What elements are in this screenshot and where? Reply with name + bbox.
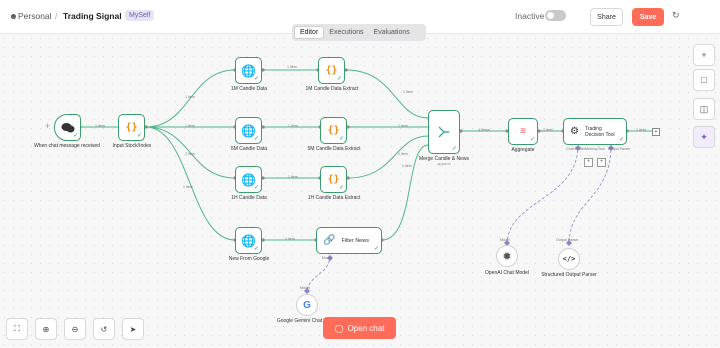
node-news-google[interactable]: 🌐 ✓ <box>235 227 262 254</box>
node-trading-agent[interactable]: ⚙ Trading Decision Tool ✓ <box>563 118 627 145</box>
sticky-note-button[interactable]: □ <box>693 69 715 91</box>
note-icon: □ <box>701 75 707 85</box>
undo-icon: ↺ <box>100 324 108 334</box>
link-icon: 🔗 <box>323 235 336 246</box>
chat-icon: ◯ <box>334 323 344 333</box>
openai-icon: ✹ <box>502 250 512 263</box>
edge-label: 1 item <box>185 95 195 99</box>
plus-icon: + <box>701 50 707 60</box>
node-5m-candle[interactable]: 🌐 ✓ <box>235 117 262 144</box>
code-brace-icon: {} <box>327 174 340 185</box>
tidy-up-button[interactable]: ➤ <box>122 318 144 340</box>
edge-label: 1 item <box>636 128 646 132</box>
edge-label: 1 item <box>287 65 297 69</box>
edge-label: 1 item <box>285 237 295 241</box>
edge-label: 1 item <box>185 152 195 156</box>
node-label: Filter News <box>341 237 369 244</box>
node-label: 1M Candle Data <box>230 86 268 92</box>
node-label: Input Stock/Index <box>112 143 152 149</box>
zoom-out-button[interactable]: ⊖ <box>64 318 86 340</box>
node-gemini-model[interactable]: G <box>296 294 318 316</box>
node-label: 1H Candle Data <box>231 195 267 201</box>
node-openai-model[interactable]: ✹ <box>496 245 518 267</box>
node-label: Structured Output Parser <box>541 272 597 278</box>
edge-label: 1 item <box>183 185 193 189</box>
node-label: Aggregate <box>511 147 535 153</box>
port-label: Model <box>300 286 310 290</box>
edge-label: 1 item <box>95 124 105 128</box>
reset-zoom-button[interactable]: ↺ <box>93 318 115 340</box>
open-chat-label: Open chat <box>347 323 385 333</box>
node-label: Trading Decision Tool <box>584 125 615 138</box>
edge-1m-merge <box>345 69 429 119</box>
open-chat-button[interactable]: ◯ Open chat <box>323 317 396 339</box>
add-memory-button[interactable]: + <box>584 158 593 167</box>
fit-view-button[interactable]: ⛶ <box>6 318 28 340</box>
add-trigger-icon[interactable]: + <box>45 121 50 131</box>
node-label: 5M Candle Data Extract <box>307 146 361 152</box>
zoom-in-icon: ⊕ <box>42 324 50 334</box>
edge-label: 1 item <box>288 124 298 128</box>
port-label: Output Parser <box>608 147 631 151</box>
node-1m-extract[interactable]: {} ✓ <box>318 57 345 84</box>
sparkle-icon: ✦ <box>700 131 708 142</box>
edge-label: 1 item <box>288 175 298 179</box>
node-1h-extract[interactable]: {} ✓ <box>320 166 347 193</box>
node-label: New From Google <box>228 256 270 262</box>
code-brace-icon: {} <box>327 125 340 136</box>
node-sublabel: append <box>437 161 451 166</box>
port-label: Model <box>500 238 510 242</box>
zoom-out-icon: ⊖ <box>71 324 79 334</box>
edge-label: 4 items <box>478 128 490 132</box>
aggregate-icon: ≡ <box>520 126 526 137</box>
node-chat-trigger[interactable]: ✓ <box>54 114 81 141</box>
node-1m-candle[interactable]: 🌐 ✓ <box>235 57 262 84</box>
port-label: Output Parser <box>556 238 579 242</box>
port-label: Chat Model* <box>566 147 586 151</box>
add-node-button[interactable]: + <box>693 44 715 66</box>
google-icon: G <box>303 299 311 311</box>
add-tool-button[interactable]: + <box>597 158 606 167</box>
node-label: 5M Candle Data <box>230 146 268 152</box>
edge-label: 1 item <box>398 124 408 128</box>
ai-assistant-button[interactable]: ✦ <box>693 126 715 148</box>
edge-openai-agent <box>506 144 579 246</box>
edge-label: 1 item <box>185 124 195 128</box>
fit-view-icon: ⛶ <box>14 324 20 333</box>
zoom-in-button[interactable]: ⊕ <box>35 318 57 340</box>
node-1h-candle[interactable]: 🌐 ✓ <box>235 166 262 193</box>
port-label: Model <box>322 256 332 260</box>
node-filter-news[interactable]: 🔗 Filter News ✓ <box>316 227 382 254</box>
node-output-parser[interactable]: </> <box>558 248 580 270</box>
edge-label: 1 item <box>543 128 553 132</box>
panel-icon: ◫ <box>699 103 709 114</box>
cursor-icon: ➤ <box>129 324 137 334</box>
edge-label: 1 item <box>403 90 413 94</box>
code-brace-icon: {} <box>325 65 338 76</box>
panel-toggle-button[interactable]: ◫ <box>693 98 715 120</box>
code-brace-icon: {} <box>125 122 138 133</box>
node-5m-extract[interactable]: {} ✓ <box>320 117 347 144</box>
node-merge[interactable]: ✓ <box>428 110 460 154</box>
port-label: Memory <box>585 147 598 151</box>
node-aggregate[interactable]: ≡ ✓ <box>508 118 538 145</box>
node-label: 1M Candle Data Extract <box>305 86 359 92</box>
code-tag-icon: </> <box>562 255 576 263</box>
node-label: 1H Candle Data Extract <box>307 195 361 201</box>
node-input-stock[interactable]: {} ✓ <box>118 114 145 141</box>
robot-icon: ⚙ <box>570 126 579 137</box>
port-label: Tool <box>598 147 605 151</box>
edge-gemini-filter <box>306 254 331 294</box>
add-next-node-button[interactable]: + <box>652 128 660 136</box>
merge-icon <box>438 126 449 138</box>
connections-layer <box>78 68 652 294</box>
